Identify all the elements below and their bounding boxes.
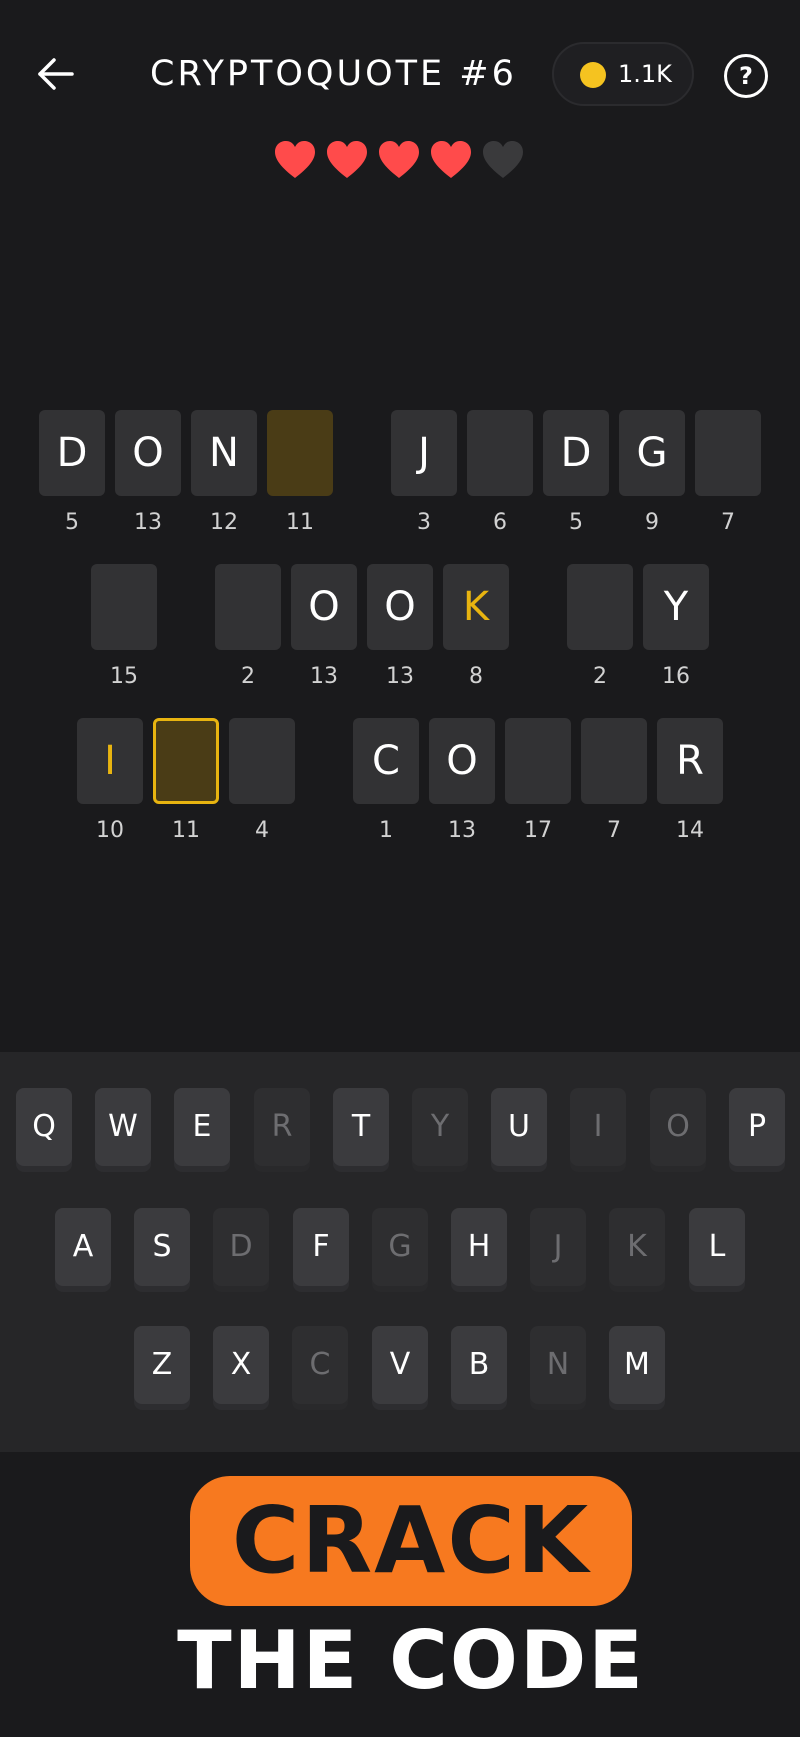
coin-balance: 1.1K [618,60,672,88]
selected-letter-tile[interactable] [153,718,219,804]
key-p[interactable]: P [729,1088,785,1166]
heart-icon [430,140,472,180]
cipher-number: 15 [110,664,138,689]
heart-lost-icon [482,140,524,180]
letter-tile[interactable]: D [39,410,105,496]
letter-tile[interactable]: N [191,410,257,496]
cipher-number: 16 [662,664,690,689]
key-k[interactable]: K [609,1208,665,1286]
letter-tile[interactable]: O [429,718,495,804]
key-n[interactable]: N [530,1326,586,1404]
letter-tile[interactable] [505,718,571,804]
letter-tile[interactable] [229,718,295,804]
cipher-number: 5 [569,510,583,535]
key-l[interactable]: L [689,1208,745,1286]
cipher-number: 12 [210,510,238,535]
key-d[interactable]: D [213,1208,269,1286]
help-icon[interactable]: ? [724,54,768,98]
key-q[interactable]: Q [16,1088,72,1166]
key-f[interactable]: F [293,1208,349,1286]
letter-tile[interactable]: C [353,718,419,804]
letter-tile[interactable] [215,564,281,650]
letter-tile[interactable]: O [115,410,181,496]
cipher-number: 4 [255,818,269,843]
cipher-number: 2 [241,664,255,689]
letter-keyboard: QWERTYUIOP ASDFGHJKL ZXCVBNM [0,1052,800,1452]
letter-tile[interactable] [695,410,761,496]
letter-tile[interactable] [467,410,533,496]
key-j[interactable]: J [530,1208,586,1286]
promo-banner: CRACK [190,1476,632,1606]
key-g[interactable]: G [372,1208,428,1286]
letter-tile[interactable] [91,564,157,650]
coin-balance-button[interactable]: 1.1K [552,42,694,106]
key-x[interactable]: X [213,1326,269,1404]
key-a[interactable]: A [55,1208,111,1286]
back-arrow-icon[interactable] [34,52,78,96]
cipher-number: 13 [448,818,476,843]
letter-tile[interactable]: Y [643,564,709,650]
letter-tile[interactable]: I [77,718,143,804]
lives-indicator [274,140,534,184]
cipher-number: 9 [645,510,659,535]
key-i[interactable]: I [570,1088,626,1166]
cipher-number: 14 [676,818,704,843]
key-v[interactable]: V [372,1326,428,1404]
letter-tile[interactable]: O [291,564,357,650]
letter-tile[interactable]: R [657,718,723,804]
cipher-number: 7 [607,818,621,843]
cipher-number: 13 [386,664,414,689]
letter-tile[interactable] [581,718,647,804]
heart-icon [274,140,316,180]
cipher-number: 3 [417,510,431,535]
cipher-number: 11 [172,818,200,843]
page-title: CRYPTOQUOTE #6 [150,54,517,94]
promo-banner-text: CRACK [231,1487,591,1594]
letter-tile[interactable]: J [391,410,457,496]
key-m[interactable]: M [609,1326,665,1404]
cipher-number: 1 [379,818,393,843]
promo-tagline: THE CODE [177,1614,645,1707]
heart-icon [326,140,368,180]
coin-icon [580,62,606,88]
cipher-number: 13 [134,510,162,535]
letter-tile[interactable]: K [443,564,509,650]
key-t[interactable]: T [333,1088,389,1166]
heart-icon [378,140,420,180]
key-b[interactable]: B [451,1326,507,1404]
letter-tile[interactable] [567,564,633,650]
key-o[interactable]: O [650,1088,706,1166]
key-w[interactable]: W [95,1088,151,1166]
key-e[interactable]: E [174,1088,230,1166]
cipher-number: 11 [286,510,314,535]
cipher-number: 8 [469,664,483,689]
letter-tile[interactable] [267,410,333,496]
key-z[interactable]: Z [134,1326,190,1404]
letter-tile[interactable]: G [619,410,685,496]
cipher-number: 2 [593,664,607,689]
key-c[interactable]: C [292,1326,348,1404]
key-r[interactable]: R [254,1088,310,1166]
cipher-number: 7 [721,510,735,535]
letter-tile[interactable]: D [543,410,609,496]
cipher-number: 6 [493,510,507,535]
cipher-number: 10 [96,818,124,843]
key-h[interactable]: H [451,1208,507,1286]
cipher-number: 5 [65,510,79,535]
cipher-number: 17 [524,818,552,843]
letter-tile[interactable]: O [367,564,433,650]
key-y[interactable]: Y [412,1088,468,1166]
key-s[interactable]: S [134,1208,190,1286]
cipher-number: 13 [310,664,338,689]
key-u[interactable]: U [491,1088,547,1166]
top-bar: CRYPTOQUOTE #6 1.1K ? [0,0,800,150]
